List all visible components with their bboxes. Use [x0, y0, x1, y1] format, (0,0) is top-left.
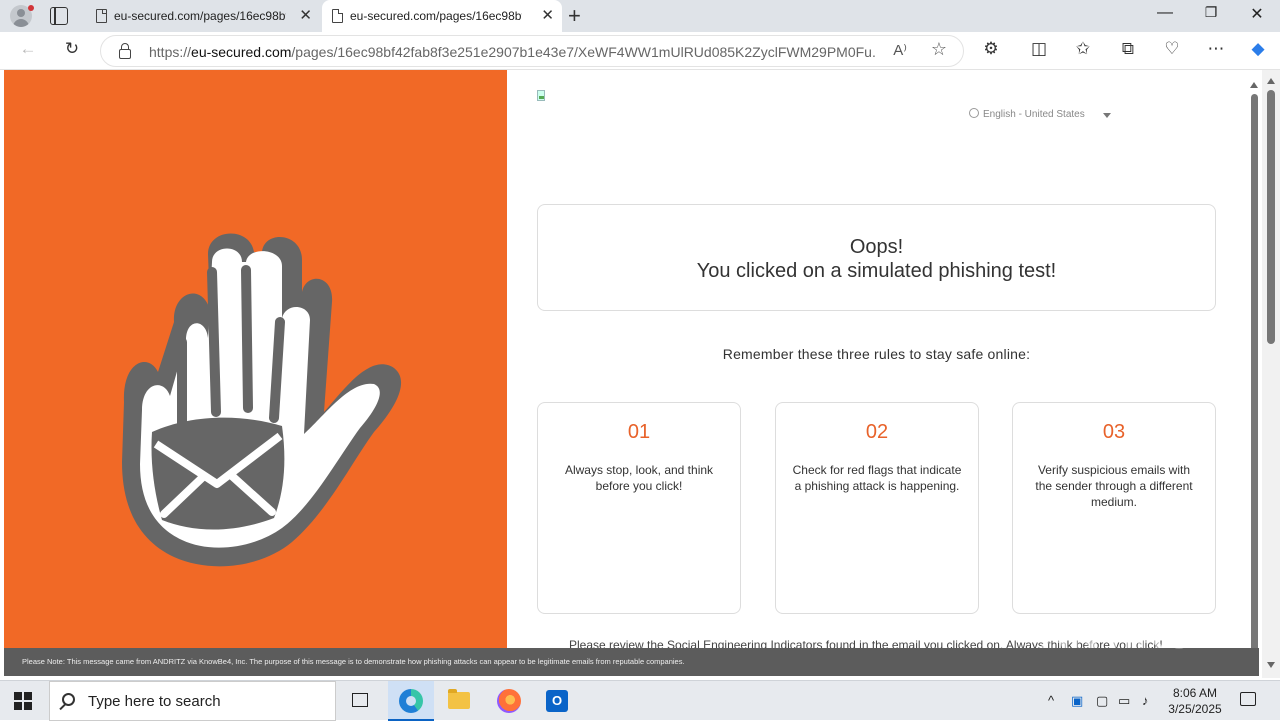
- notifications-icon[interactable]: [1240, 692, 1256, 706]
- window-scrollbar[interactable]: [1262, 70, 1280, 678]
- browser-toolbar: ← ↻ https://eu-secured.com/pages/16ec98b…: [0, 32, 1280, 70]
- tab-inactive[interactable]: eu-secured.com/pages/16ec98bf ✕: [86, 0, 320, 32]
- folder-icon: [448, 689, 470, 709]
- rule-number: 01: [627, 421, 651, 443]
- rule-card: 01 Always stop, look, and think before y…: [537, 402, 741, 614]
- favorite-star-icon[interactable]: ☆: [931, 39, 947, 60]
- rule-text: Check for red flags that indicate a phis…: [792, 463, 962, 493]
- refresh-icon[interactable]: ↻: [60, 39, 84, 59]
- taskbar: Type here to search O ^ ▣ ▢ ▭ ♪ 8:06 AM …: [0, 680, 1280, 721]
- back-arrow-icon[interactable]: ←: [16, 39, 40, 59]
- rule-card: 02 Check for red flags that indicate a p…: [775, 402, 979, 614]
- lock-icon[interactable]: [119, 43, 131, 59]
- outlook-button[interactable]: O: [534, 681, 580, 721]
- minimize-button[interactable]: —: [1142, 4, 1188, 22]
- network-icon[interactable]: ▭: [1118, 693, 1130, 709]
- scroll-thumb[interactable]: [1251, 94, 1258, 662]
- task-view-icon: [352, 693, 368, 707]
- firefox-button[interactable]: [486, 681, 532, 721]
- tab-close-icon[interactable]: ✕: [299, 0, 312, 32]
- page-scrollbar[interactable]: [1247, 70, 1262, 678]
- new-tab-icon[interactable]: +: [568, 3, 581, 29]
- tab-close-icon[interactable]: ✕: [541, 0, 554, 32]
- more-menu-icon[interactable]: ⋯: [1204, 39, 1228, 59]
- performance-icon[interactable]: ♡: [1160, 39, 1184, 59]
- tray-chevron-up-icon[interactable]: ^: [1048, 693, 1054, 708]
- system-clock[interactable]: 8:06 AM 3/25/2025: [1160, 685, 1230, 717]
- search-icon: [62, 693, 75, 706]
- edge-taskbar-button[interactable]: [388, 681, 434, 721]
- taskbar-search-input[interactable]: Type here to search: [49, 681, 336, 721]
- url-text[interactable]: https://eu-secured.com/pages/16ec98bf42f…: [149, 44, 877, 60]
- tab-title: eu-secured.com/pages/16ec98bf: [114, 9, 286, 23]
- tab-title: eu-secured.com/pages/16ec98bf: [350, 9, 522, 23]
- copilot-icon[interactable]: ◆: [1246, 39, 1270, 59]
- tray-outlook-icon[interactable]: ▣: [1071, 693, 1083, 709]
- page-icon: [332, 9, 343, 23]
- read-aloud-icon[interactable]: A⁾: [893, 41, 907, 59]
- clock-date: 3/25/2025: [1168, 702, 1222, 716]
- tab-active[interactable]: eu-secured.com/pages/16ec98bf ✕: [322, 0, 562, 32]
- page-viewport: English - United States Oops! You clicke…: [0, 70, 1280, 678]
- chevron-down-icon: [1103, 113, 1111, 118]
- tray-device-icon[interactable]: ▢: [1096, 693, 1108, 709]
- language-label: English - United States: [983, 109, 1085, 120]
- tab-actions-icon[interactable]: [50, 7, 68, 25]
- notification-dot-icon: [28, 5, 34, 11]
- restore-button[interactable]: ❐: [1188, 4, 1234, 21]
- edge-icon: [399, 689, 423, 713]
- heading-simulated-phishing: You clicked on a simulated phishing test…: [696, 260, 1057, 282]
- extensions-icon[interactable]: ⚙: [979, 39, 1003, 59]
- rules-intro: Remember these three rules to stay safe …: [722, 346, 1031, 362]
- rule-text: Verify suspicious emails with the sender…: [1035, 463, 1193, 509]
- task-view-button[interactable]: [337, 681, 383, 721]
- collections-icon[interactable]: ⧉: [1116, 39, 1140, 59]
- firefox-icon: [497, 689, 521, 713]
- close-window-button[interactable]: ✕: [1234, 4, 1280, 24]
- file-explorer-button[interactable]: [436, 681, 482, 721]
- scroll-up-icon[interactable]: [1267, 78, 1275, 84]
- clock-time: 8:06 AM: [1172, 686, 1218, 700]
- scroll-thumb[interactable]: [1267, 90, 1275, 344]
- scroll-up-icon[interactable]: [1250, 82, 1258, 88]
- hero-panel: [4, 70, 507, 648]
- outlook-icon: O: [546, 690, 568, 712]
- globe-icon: [969, 108, 979, 118]
- scroll-down-icon[interactable]: [1267, 662, 1275, 668]
- stop-hand-icon: [122, 233, 402, 567]
- rule-text: Always stop, look, and think before you …: [564, 463, 714, 493]
- heading-oops: Oops!: [849, 236, 904, 258]
- windows-start-icon[interactable]: [14, 692, 32, 710]
- search-placeholder: Type here to search: [88, 693, 221, 710]
- oops-card: Oops! You clicked on a simulated phishin…: [537, 204, 1216, 311]
- content-panel: English - United States Oops! You clicke…: [507, 70, 1247, 678]
- address-bar[interactable]: https://eu-secured.com/pages/16ec98bf42f…: [100, 35, 964, 67]
- favorites-icon[interactable]: ✩: [1071, 39, 1095, 59]
- rule-number: 03: [1102, 421, 1126, 443]
- broken-logo-image: [537, 90, 545, 101]
- rule-number: 02: [865, 421, 889, 443]
- watermark-logo: ANY.RUN: [1040, 613, 1225, 657]
- volume-icon[interactable]: ♪: [1142, 693, 1149, 708]
- language-selector[interactable]: English - United States: [969, 108, 1111, 120]
- tab-bar: eu-secured.com/pages/16ec98bf ✕ eu-secur…: [0, 0, 1280, 32]
- split-screen-icon[interactable]: ◫: [1027, 39, 1051, 59]
- rule-card: 03 Verify suspicious emails with the sen…: [1012, 402, 1216, 614]
- page-icon: [96, 9, 107, 23]
